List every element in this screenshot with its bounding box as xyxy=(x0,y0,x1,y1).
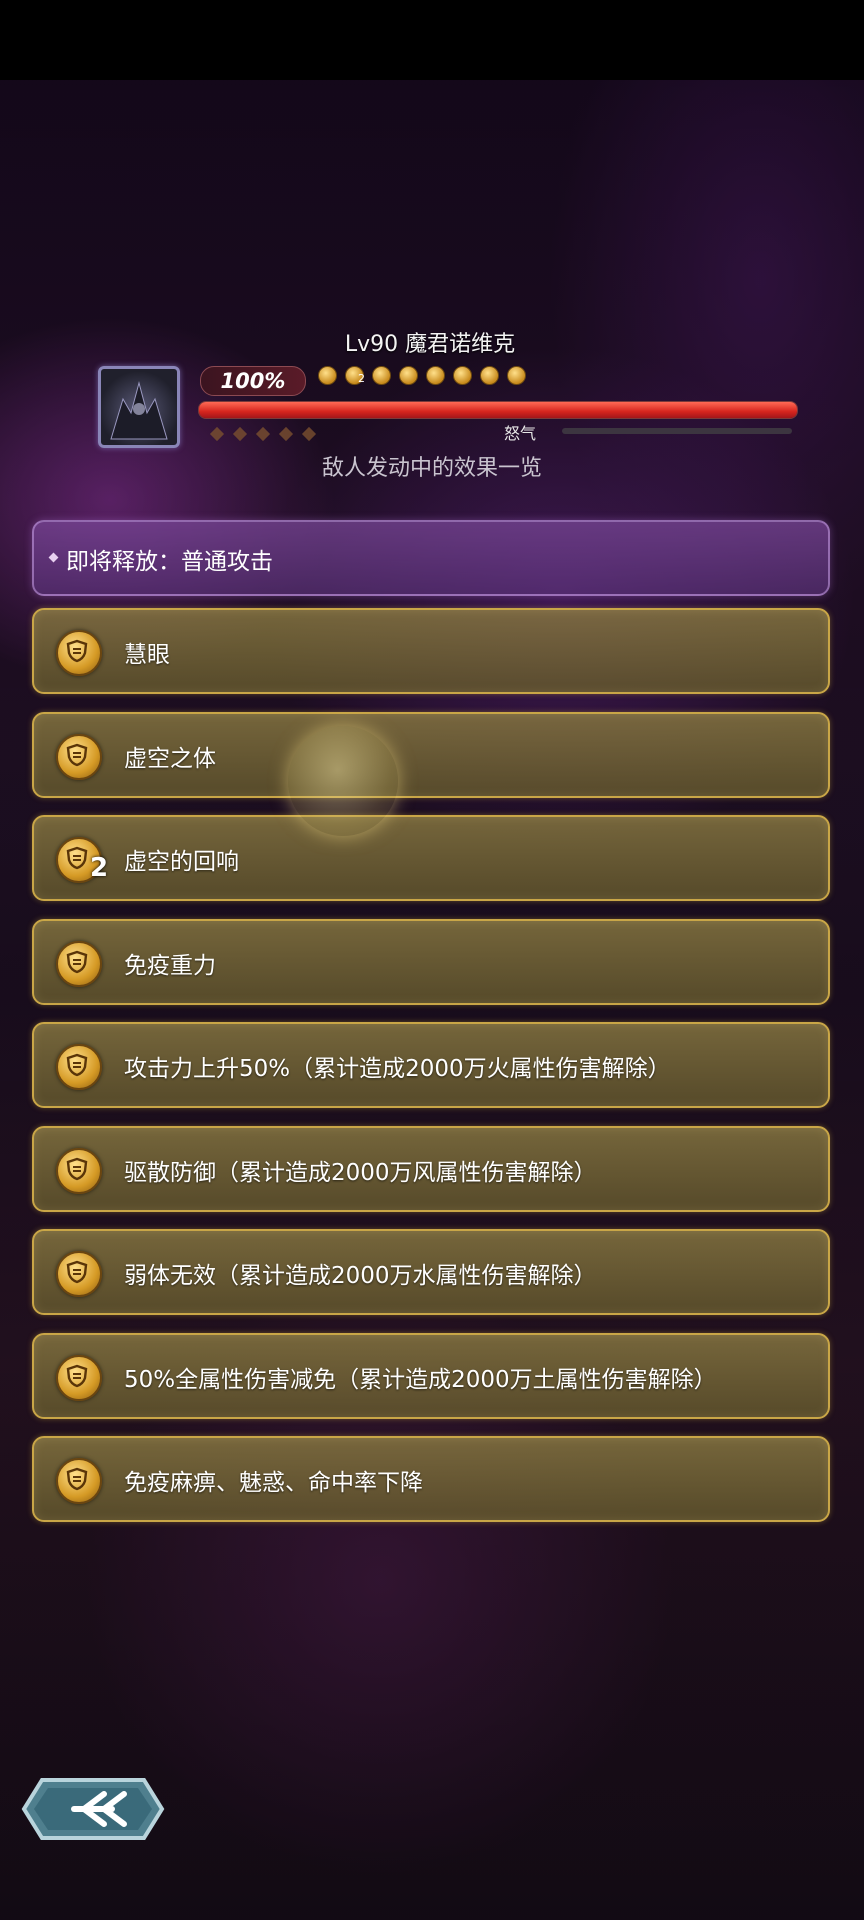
effect-row[interactable]: 慧眼 xyxy=(32,608,830,694)
effect-stack-count: 2 xyxy=(90,853,109,883)
effect-label: 弱体无效（累计造成2000万水属性伤害解除） xyxy=(124,1263,597,1289)
effect-label: 免疫麻痹、魅惑、命中率下降 xyxy=(124,1470,423,1496)
buff-token-icon xyxy=(372,366,391,385)
gem-icon xyxy=(209,426,225,442)
shield-icon xyxy=(56,1354,102,1401)
rage-gem-row xyxy=(209,424,327,443)
buff-token-icon xyxy=(426,366,445,385)
floating-orb xyxy=(288,726,398,836)
effect-label: 虚空的回响 xyxy=(124,849,239,875)
effect-row[interactable]: 免疫麻痹、魅惑、命中率下降 xyxy=(32,1436,830,1522)
effect-label: 免疫重力 xyxy=(124,952,216,979)
buff-token-icon xyxy=(453,366,472,385)
gem-icon xyxy=(301,426,317,442)
buff-token-icon xyxy=(480,366,499,385)
effect-row[interactable]: 驱散防御（累计造成2000万风属性伤害解除） xyxy=(32,1125,830,1212)
effect-label: 驱散防御（累计造成2000万风属性伤害解除） xyxy=(124,1159,597,1186)
buff-token-icon xyxy=(399,366,418,385)
buff-token-row xyxy=(318,366,534,388)
shield-icon xyxy=(56,733,102,780)
effects-subtitle: 敌人发动中的效果一览 xyxy=(321,456,542,481)
token-count: 2 xyxy=(358,372,365,385)
shield-icon xyxy=(56,1251,102,1297)
effect-row[interactable]: 2 虚空的回响 xyxy=(32,815,830,901)
hp-bar xyxy=(198,401,798,419)
effect-row[interactable]: 弱体无效（累计造成2000万水属性伤害解除） xyxy=(32,1229,830,1315)
effect-row[interactable]: 攻击力上升50%（累计造成2000万火属性伤害解除） xyxy=(32,1022,830,1108)
boss-name: Lv90 魔君诺维克 xyxy=(344,332,516,357)
shield-icon xyxy=(56,940,102,987)
effect-row[interactable]: 50%全属性伤害减免（累计造成2000万土属性伤害解除） xyxy=(32,1332,830,1419)
effect-label: 50%全属性伤害减免（累计造成2000万土属性伤害解除） xyxy=(124,1366,717,1393)
boss-portrait[interactable] xyxy=(98,366,180,448)
effect-label: 虚空之体 xyxy=(124,745,216,772)
effect-label: 慧眼 xyxy=(124,642,170,668)
shield-icon xyxy=(56,1458,102,1504)
shield-icon xyxy=(56,1147,102,1194)
bullet-icon xyxy=(48,552,59,563)
back-button[interactable] xyxy=(18,1772,168,1846)
shield-icon xyxy=(56,630,102,676)
gem-icon xyxy=(232,426,248,442)
next-action-panel: 即将释放：普通攻击 xyxy=(32,520,830,596)
effect-row[interactable]: 免疫重力 xyxy=(32,918,830,1005)
effect-row[interactable]: 虚空之体 xyxy=(32,711,830,798)
buff-token-icon xyxy=(507,366,526,385)
gem-icon xyxy=(278,426,294,442)
shield-icon xyxy=(56,1044,102,1090)
rage-bar xyxy=(562,428,792,434)
hp-percent: 100% xyxy=(200,366,306,396)
next-action-label: 即将释放：普通攻击 xyxy=(66,549,273,575)
effect-label: 攻击力上升50%（累计造成2000万火属性伤害解除） xyxy=(124,1056,671,1082)
gem-icon xyxy=(255,426,271,442)
rage-label: 怒气 xyxy=(504,424,537,443)
hp-bar-fill xyxy=(199,402,797,418)
buff-token-icon xyxy=(318,366,337,385)
